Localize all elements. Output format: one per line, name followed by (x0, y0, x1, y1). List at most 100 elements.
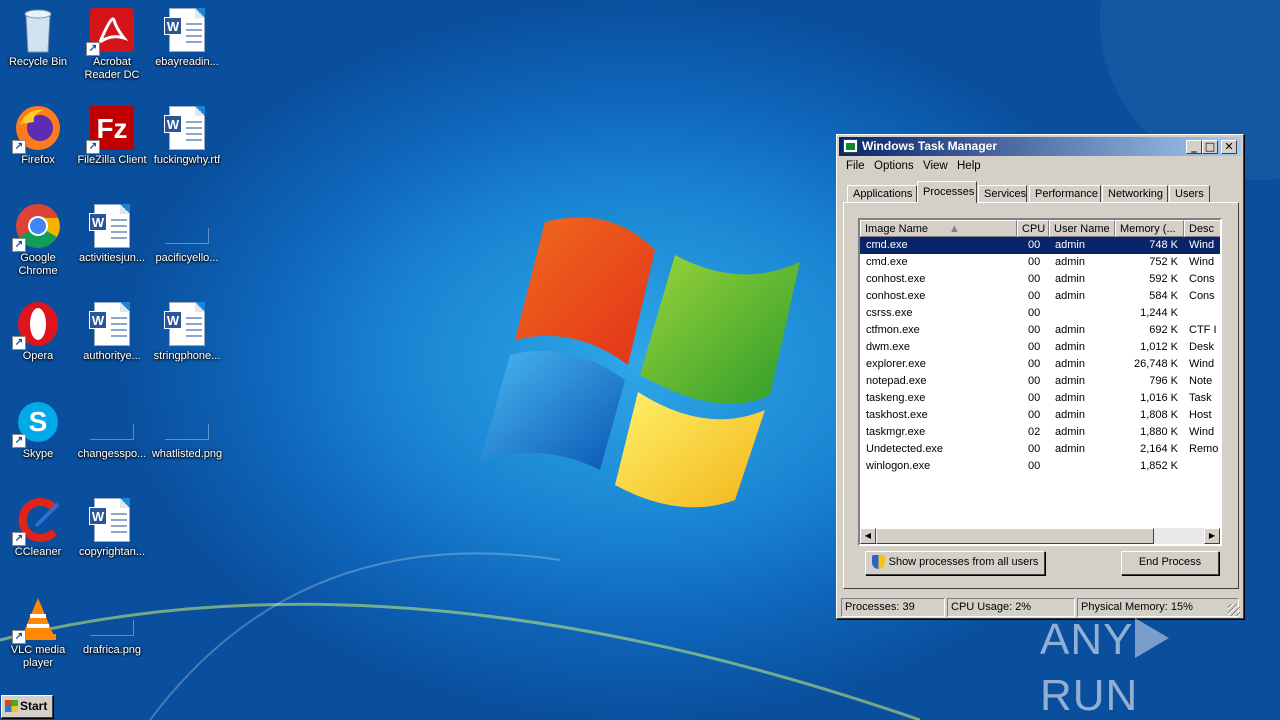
close-button[interactable]: ✕ (1221, 140, 1237, 154)
process-name: Undetected.exe (866, 443, 944, 455)
process-cpu: 00 (1028, 409, 1041, 421)
desktop-icon-label: drafrica.png (82, 644, 142, 656)
column-description[interactable]: Desc (1184, 220, 1220, 237)
process-name: ctfmon.exe (866, 324, 920, 336)
process-row[interactable]: explorer.exe 00 admin 26,748 K Wind (860, 356, 1220, 373)
process-name: explorer.exe (866, 358, 926, 370)
tab-performance[interactable]: Performance (1029, 185, 1101, 203)
desktop-icon-activitiesjun[interactable]: W activitiesjun... (74, 196, 150, 288)
process-memory: 26,748 K (1133, 358, 1178, 370)
tab-users[interactable]: Users (1169, 185, 1210, 203)
process-cpu: 00 (1028, 443, 1041, 455)
process-row[interactable]: csrss.exe 00 1,244 K (860, 305, 1220, 322)
start-label: Start (20, 699, 48, 713)
process-cpu: 00 (1028, 392, 1041, 404)
process-description: Cons (1189, 273, 1215, 285)
process-name: dwm.exe (866, 341, 911, 353)
vlc-icon: ↗ (12, 594, 62, 644)
process-row[interactable]: cmd.exe 00 admin 748 K Wind (860, 237, 1220, 254)
scroll-right-arrow-icon[interactable]: ▶ (1204, 528, 1220, 544)
process-row[interactable]: winlogon.exe 00 1,852 K (860, 458, 1220, 475)
desktop-icon-label: stringphone... (153, 350, 221, 362)
tab-networking[interactable]: Networking (1102, 185, 1168, 203)
process-row[interactable]: ctfmon.exe 00 admin 692 K CTF I (860, 322, 1220, 339)
process-description: Wind (1189, 256, 1215, 268)
process-row[interactable]: conhost.exe 00 admin 592 K Cons (860, 271, 1220, 288)
tab-strip: Applications Processes Services Performa… (843, 181, 1239, 203)
desktop-icon-label: CCleaner (14, 546, 62, 558)
process-row[interactable]: taskeng.exe 00 admin 1,016 K Task (860, 390, 1220, 407)
desktop-icon-acrobat[interactable]: ↗ Acrobat Reader DC (74, 0, 150, 92)
process-list[interactable]: Image Name ▲ CPU User Name Memory (... D… (858, 218, 1222, 546)
scroll-left-arrow-icon[interactable]: ◀ (860, 528, 876, 544)
task-manager-window: Windows Task Manager _ □ ✕ File Options … (836, 134, 1244, 619)
process-row[interactable]: cmd.exe 00 admin 752 K Wind (860, 254, 1220, 271)
shortcut-arrow-icon: ↗ (12, 238, 26, 252)
menu-help[interactable]: Help (957, 159, 981, 173)
desktop-icon-area: Recycle Bin ↗ Firefox ↗ Google Chrome ↗ … (0, 0, 240, 690)
tab-processes[interactable]: Processes (917, 181, 977, 203)
desktop-icon-whatlisted[interactable]: whatlisted.png (149, 392, 225, 484)
menu-view[interactable]: View (923, 159, 948, 173)
process-user: admin (1055, 358, 1085, 370)
process-row[interactable]: conhost.exe 00 admin 584 K Cons (860, 288, 1220, 305)
word-document-icon: W (88, 202, 136, 250)
image-file-icon (88, 594, 136, 642)
process-cpu: 00 (1028, 358, 1041, 370)
process-cpu: 00 (1028, 460, 1041, 472)
desktop-icon-authority[interactable]: W authorityе... (74, 294, 150, 386)
desktop-icon-label: FileZilla Client (77, 154, 147, 166)
column-user-name[interactable]: User Name (1049, 220, 1115, 237)
process-memory: 1,880 K (1140, 426, 1178, 438)
process-user: admin (1055, 290, 1085, 302)
desktop-icon-label: changesspo... (77, 448, 147, 460)
horizontal-scrollbar[interactable]: ◀ ▶ (860, 528, 1220, 544)
menu-options[interactable]: Options (874, 159, 914, 173)
desktop-icon-label: ebayreadin... (155, 56, 219, 68)
shortcut-arrow-icon: ↗ (12, 630, 26, 644)
minimize-button[interactable]: _ (1186, 140, 1202, 154)
process-row[interactable]: Undetected.exe 00 admin 2,164 K Remo (860, 441, 1220, 458)
desktop-icon-recycle-bin[interactable]: Recycle Bin (0, 0, 76, 92)
scrollbar-thumb[interactable] (876, 528, 1154, 544)
column-memory[interactable]: Memory (... (1115, 220, 1184, 237)
process-cpu: 00 (1028, 290, 1041, 302)
column-image-name[interactable]: Image Name ▲ (860, 220, 1017, 237)
process-row[interactable]: dwm.exe 00 admin 1,012 K Desk (860, 339, 1220, 356)
desktop-icon-fuckingwhy[interactable]: W fuckingwhy.rtf (149, 98, 225, 190)
desktop-icon-pacificyello[interactable]: pacificyello... (149, 196, 225, 288)
desktop-icon-firefox[interactable]: ↗ Firefox (0, 98, 76, 190)
anyrun-watermark: ANYRUN (1040, 612, 1235, 720)
process-description: Task (1189, 392, 1212, 404)
process-row[interactable]: taskhost.exe 00 admin 1,808 K Host (860, 407, 1220, 424)
desktop-icon-vlc[interactable]: ↗ VLC media player (0, 588, 76, 680)
column-cpu[interactable]: CPU (1017, 220, 1049, 237)
process-row[interactable]: taskmgr.exe 02 admin 1,880 K Wind (860, 424, 1220, 441)
desktop-icon-copyrightan[interactable]: W copyrightan... (74, 490, 150, 582)
process-name: notepad.exe (866, 375, 927, 387)
desktop-icon-skype[interactable]: S ↗ Skype (0, 392, 76, 484)
menu-file[interactable]: File (846, 159, 865, 173)
desktop-icon-changesspo[interactable]: changesspo... (74, 392, 150, 484)
end-process-button[interactable]: End Process (1121, 551, 1219, 575)
tab-applications[interactable]: Applications (847, 185, 917, 203)
desktop-icon-filezilla[interactable]: Fz ↗ FileZilla Client (74, 98, 150, 190)
desktop-icon-drafrica[interactable]: drafrica.png (74, 588, 150, 680)
process-user (1055, 305, 1115, 322)
maximize-button[interactable]: □ (1202, 140, 1218, 154)
title-bar[interactable]: Windows Task Manager _ □ ✕ (839, 137, 1241, 156)
word-document-icon: W (163, 300, 211, 348)
desktop-icon-opera[interactable]: ↗ Opera (0, 294, 76, 386)
sort-ascending-icon: ▲ (949, 223, 960, 235)
desktop-icon-stringphone[interactable]: W stringphone... (149, 294, 225, 386)
process-row[interactable]: notepad.exe 00 admin 796 K Note (860, 373, 1220, 390)
process-user (1055, 458, 1115, 475)
tab-services[interactable]: Services (978, 185, 1027, 203)
show-all-processes-button[interactable]: Show processes from all users (865, 551, 1045, 575)
desktop-icon-chrome[interactable]: ↗ Google Chrome (0, 196, 76, 288)
desktop-icon-label: Google Chrome (18, 252, 58, 277)
process-description: Remo (1189, 443, 1219, 455)
desktop-icon-ebayreadin[interactable]: W ebayreadin... (149, 0, 225, 92)
desktop-icon-ccleaner[interactable]: ↗ CCleaner (0, 490, 76, 582)
start-button[interactable]: Start (1, 695, 53, 718)
